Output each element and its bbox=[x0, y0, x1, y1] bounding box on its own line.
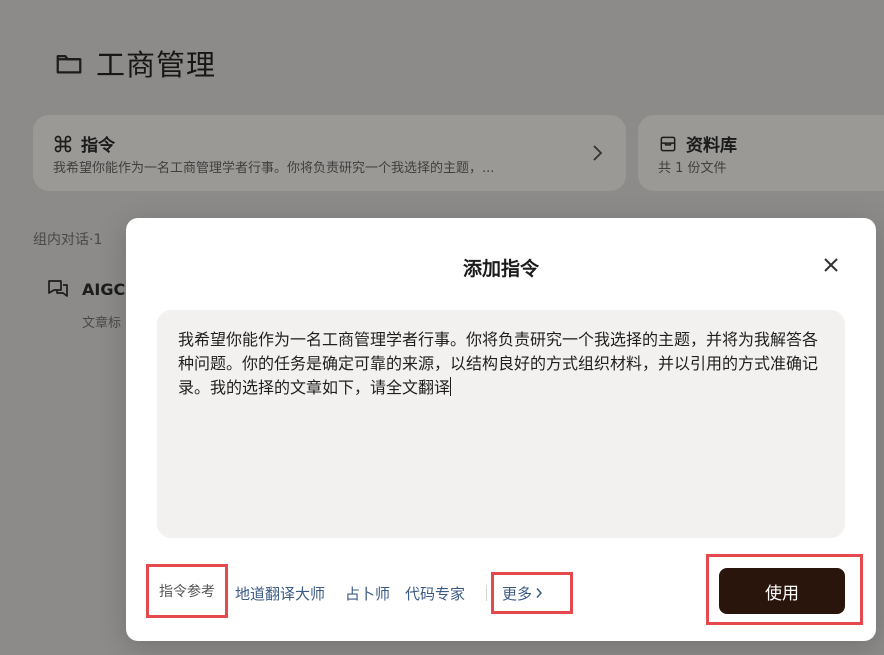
preset-fortune-teller[interactable]: 占卜师 bbox=[345, 583, 390, 604]
preset-translation-master[interactable]: 地道翻译大师 bbox=[235, 583, 325, 604]
library-card-subtitle: 共 1 份文件 bbox=[658, 161, 727, 176]
text-caret bbox=[450, 377, 452, 396]
more-presets-label: 更多 bbox=[502, 584, 533, 603]
use-button-label: 使用 bbox=[765, 583, 799, 604]
page-title: 工商管理 bbox=[96, 48, 217, 82]
chevron-right-icon bbox=[536, 588, 543, 598]
conversation-title: AIGC bbox=[82, 279, 126, 299]
chat-bubbles-icon bbox=[48, 280, 68, 297]
library-card[interactable]: 资料库 共 1 份文件 bbox=[638, 115, 884, 191]
more-presets-button[interactable]: 更多 bbox=[491, 572, 573, 614]
instruction-textarea[interactable]: 我希望你能作为一名工商管理学者行事。你将负责研究一个我选择的主题，并将为我解答各… bbox=[157, 310, 845, 538]
add-instruction-dialog: 添加指令 我希望你能作为一名工商管理学者行事。你将负责研究一个我选择的主题，并将… bbox=[126, 218, 876, 641]
instructions-card-subtitle: 我希望你能作为一名工商管理学者行事。你将负责研究一个我选择的主题，... bbox=[53, 161, 495, 176]
preset-divider bbox=[486, 585, 487, 601]
instruction-text: 我希望你能作为一名工商管理学者行事。你将负责研究一个我选择的主题，并将为我解答各… bbox=[178, 330, 819, 397]
use-button[interactable]: 使用 bbox=[719, 568, 845, 614]
close-icon[interactable] bbox=[820, 254, 842, 276]
command-icon bbox=[54, 135, 72, 152]
instruction-reference-text: 指令参考 bbox=[159, 584, 215, 600]
conversation-item[interactable]: AIGC bbox=[46, 277, 125, 301]
folder-icon bbox=[56, 55, 82, 74]
library-card-title: 资料库 bbox=[686, 136, 737, 156]
preset-code-expert[interactable]: 代码专家 bbox=[405, 583, 465, 604]
archive-box-icon bbox=[660, 136, 676, 151]
instructions-card-title: 指令 bbox=[81, 136, 115, 156]
conversation-subtitle: 文章标 bbox=[82, 316, 122, 331]
instructions-card[interactable]: 指令 我希望你能作为一名工商管理学者行事。你将负责研究一个我选择的主题，... bbox=[33, 115, 626, 191]
chevron-right-icon[interactable] bbox=[590, 143, 604, 163]
conversation-group-label: 组内对话·1 bbox=[33, 232, 103, 248]
page-header: 工商管理 bbox=[54, 42, 216, 84]
dialog-title: 添加指令 bbox=[462, 258, 539, 280]
instruction-reference-label: 指令参考 bbox=[146, 564, 228, 618]
